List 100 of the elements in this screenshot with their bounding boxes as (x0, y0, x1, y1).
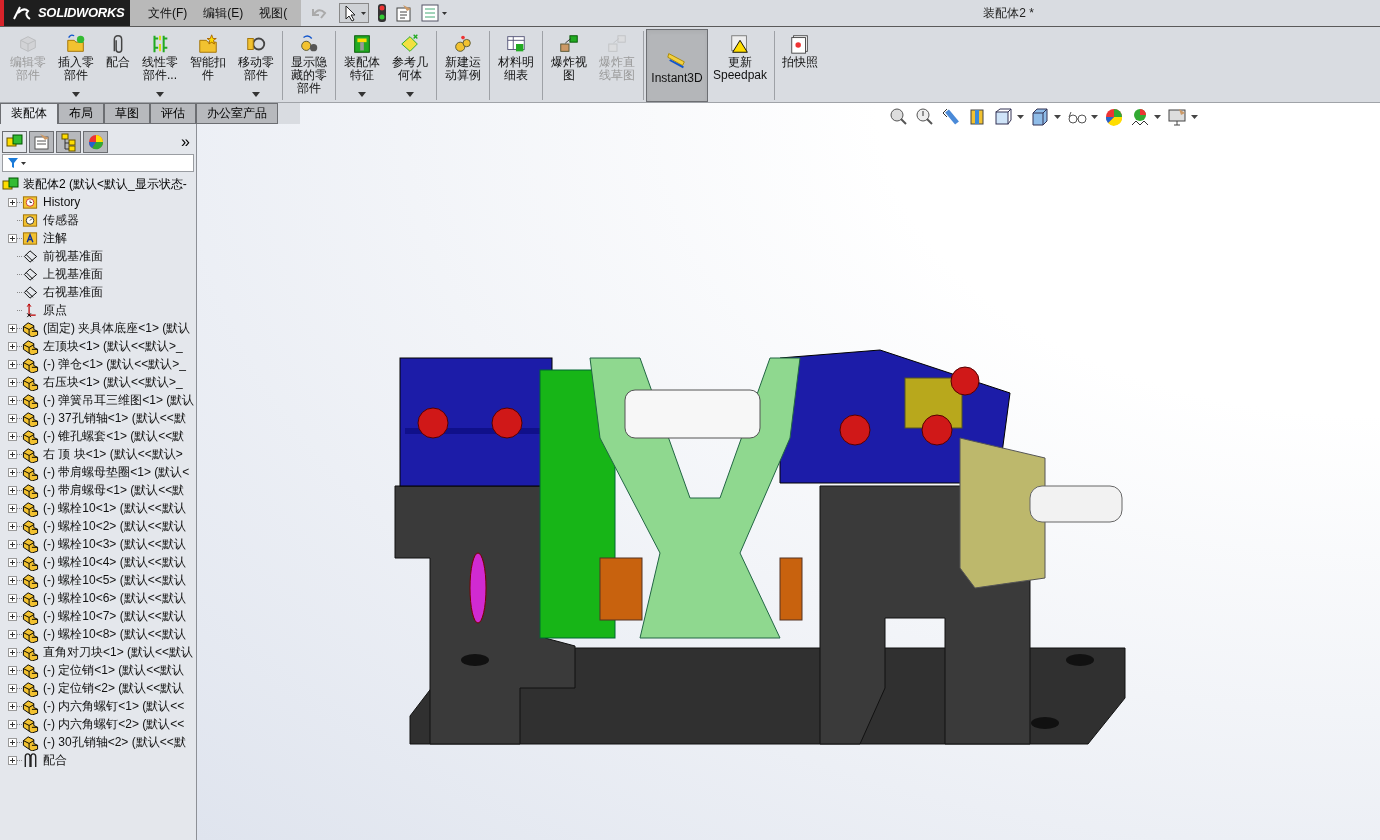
tree-item[interactable]: (-) 锥孔螺套<1> (默认<<默 (43, 427, 185, 445)
expand-icon[interactable] (8, 575, 17, 585)
expand-icon[interactable] (8, 719, 17, 729)
ribbon-button[interactable]: 插入零部件 (52, 29, 100, 102)
caret-icon[interactable] (358, 92, 366, 97)
tree-item[interactable]: (-) 螺栓10<1> (默认<<默认 (43, 499, 186, 517)
tab[interactable]: 布局 (58, 103, 104, 124)
tree-item[interactable]: (-) 螺栓10<8> (默认<<默认 (43, 625, 186, 643)
expand-icon[interactable] (8, 701, 17, 711)
tree-item[interactable]: (-) 37孔销轴<1> (默认<<默 (43, 409, 186, 427)
tree-item[interactable]: 装配体2 (默认<默认_显示状态- (23, 175, 187, 193)
expand-icon[interactable] (8, 467, 17, 477)
tree-item[interactable]: (-) 弹仓<1> (默认<<默认>_ (43, 355, 187, 373)
menu-item[interactable]: 编辑(E) (197, 4, 250, 22)
menu-item[interactable]: 视图( (253, 4, 294, 22)
expand-icon[interactable] (8, 413, 17, 423)
assembly-model-drawing[interactable] (394, 349, 1126, 745)
expand-icon[interactable] (8, 503, 17, 513)
expand-icon[interactable] (8, 521, 17, 531)
section-view-icon[interactable] (967, 107, 987, 127)
expand-icon[interactable] (8, 341, 17, 351)
filter-field[interactable] (2, 154, 194, 172)
ribbon-button[interactable]: 材料明细表 (492, 29, 540, 102)
expand-icon[interactable] (8, 611, 17, 621)
tree-item[interactable]: (-) 螺栓10<6> (默认<<默认 (43, 589, 186, 607)
ribbon-button[interactable]: Instant3D (646, 29, 708, 102)
expand-icon[interactable] (8, 665, 17, 675)
ribbon-button[interactable]: 装配体特征 (338, 29, 386, 102)
panel-tab[interactable] (83, 131, 108, 153)
ribbon-button[interactable]: 更新 Speedpak (708, 29, 773, 102)
tree-item[interactable]: 传感器 (43, 211, 79, 229)
tree-item[interactable]: (-) 螺栓10<4> (默认<<默认 (43, 553, 186, 571)
tree-item[interactable]: (-) 螺栓10<2> (默认<<默认 (43, 517, 186, 535)
zoom-fit-icon[interactable] (889, 107, 909, 127)
expand-icon[interactable] (8, 233, 17, 243)
clipboard-icon[interactable] (395, 4, 414, 22)
tree-item[interactable]: (-) 30孔销轴<2> (默认<<默 (43, 733, 186, 751)
menu-item[interactable]: 文件(F) (142, 4, 194, 22)
expand-icon[interactable] (8, 593, 17, 603)
tab[interactable]: 草图 (104, 103, 150, 124)
expand-panel-button[interactable]: » (181, 134, 190, 150)
tree-item[interactable]: (-) 螺栓10<7> (默认<<默认 (43, 607, 186, 625)
tree-item[interactable]: 前视基准面 (43, 247, 103, 265)
tree-item[interactable]: (-) 定位销<1> (默认<<默认 (43, 661, 185, 679)
caret-icon[interactable] (1017, 115, 1024, 119)
ribbon-button[interactable]: 显示隐藏的零部件 (285, 29, 333, 102)
tree-item[interactable]: (-) 弹簧吊耳三维图<1> (默认 (43, 391, 195, 409)
panel-tab[interactable] (2, 131, 27, 153)
tree-item[interactable]: 右压块<1> (默认<<默认>_ (43, 373, 183, 391)
expand-icon[interactable] (8, 629, 17, 639)
tree-item[interactable]: (-) 定位销<2> (默认<<默认 (43, 679, 185, 697)
expand-icon[interactable] (8, 647, 17, 657)
cube-icon[interactable] (1030, 107, 1050, 127)
ribbon-button[interactable]: 参考几何体 (386, 29, 434, 102)
caret-icon[interactable] (406, 92, 414, 97)
tree-item[interactable]: (-) 内六角螺钉<2> (默认<< (43, 715, 185, 733)
tree-item[interactable]: (-) 带肩螺母<1> (默认<<默 (43, 481, 185, 499)
expand-icon[interactable] (8, 485, 17, 495)
expand-icon[interactable] (8, 197, 17, 207)
color-wheel-icon[interactable] (1104, 107, 1124, 127)
tree-item[interactable]: History (43, 193, 81, 211)
expand-icon[interactable] (8, 683, 17, 693)
tree-item[interactable]: 配合 (43, 751, 67, 769)
ribbon-button[interactable]: 拍快照 (777, 29, 824, 102)
pointer-icon[interactable] (339, 3, 370, 23)
expand-icon[interactable] (8, 395, 17, 405)
panel-tab[interactable] (29, 131, 54, 153)
caret-icon[interactable] (72, 92, 80, 97)
expand-icon[interactable] (8, 755, 17, 765)
tree-item[interactable]: 右视基准面 (43, 283, 103, 301)
previous-view-icon[interactable] (941, 107, 961, 127)
tree-item[interactable]: 左顶块<1> (默认<<默认>_ (43, 337, 183, 355)
caret-icon[interactable] (1154, 115, 1161, 119)
tab[interactable]: 装配体 (0, 103, 58, 124)
ribbon-button[interactable]: 线性零部件... (136, 29, 184, 102)
tree-item[interactable]: (-) 螺栓10<5> (默认<<默认 (43, 571, 186, 589)
ribbon-button[interactable]: 新建运动算例 (439, 29, 487, 102)
tree-item[interactable]: (-) 带肩螺母垫圈<1> (默认< (43, 463, 190, 481)
expand-icon[interactable] (8, 557, 17, 567)
caret-icon[interactable] (1091, 115, 1098, 119)
view-orientation-icon[interactable] (993, 107, 1013, 127)
tree-item[interactable]: (固定) 夹具体底座<1> (默认 (43, 319, 191, 337)
caret-icon[interactable] (1191, 115, 1198, 119)
ribbon-button[interactable]: 配合 (100, 29, 136, 102)
viewport[interactable] (197, 103, 1380, 840)
tree-item[interactable]: (-) 内六角螺钉<1> (默认<< (43, 697, 185, 715)
expand-icon[interactable] (8, 377, 17, 387)
tab[interactable]: 办公室产品 (196, 103, 278, 124)
tree-item[interactable]: 直角对刀块<1> (默认<<默认 (43, 643, 194, 661)
tree-item[interactable]: 上视基准面 (43, 265, 103, 283)
caret-icon[interactable] (252, 92, 260, 97)
expand-icon[interactable] (8, 323, 17, 333)
tab[interactable]: 评估 (150, 103, 196, 124)
zoom-area-icon[interactable] (915, 107, 935, 127)
tree-item[interactable]: (-) 螺栓10<3> (默认<<默认 (43, 535, 186, 553)
panel-tab[interactable] (56, 131, 81, 153)
caret-icon[interactable] (156, 92, 164, 97)
tree-item[interactable]: 右 顶 块<1> (默认<<默认> (43, 445, 183, 463)
expand-icon[interactable] (8, 359, 17, 369)
caret-icon[interactable] (1054, 115, 1061, 119)
